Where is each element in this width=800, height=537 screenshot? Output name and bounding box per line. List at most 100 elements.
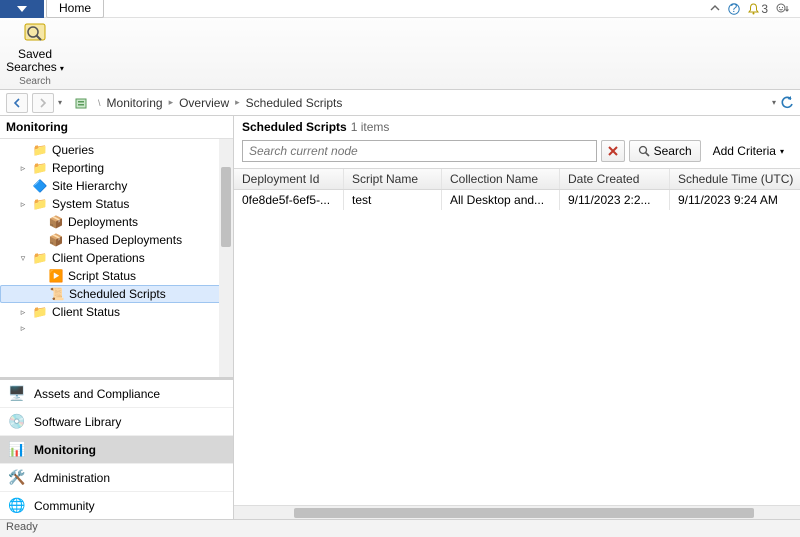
column-header[interactable]: Collection Name [442,169,560,189]
tree-item-site-hierarchy[interactable]: 🔷 Site Hierarchy [0,177,233,195]
chevron-right-icon: \ [98,98,101,108]
tree-item-label: Reporting [52,161,104,175]
results-table-wrap: Deployment IdScript NameCollection NameD… [234,168,800,519]
feedback-icon[interactable] [776,3,790,15]
table-cell: 9/11/2023 2:2... [560,190,670,210]
table-cell: 9/11/2023 9:24 AM [670,190,800,210]
tree-item-icon: 📦 [48,233,64,247]
navigation-tree: 📁Queries▹📁Reporting🔷Site Hierarchy▹📁Syst… [0,139,233,338]
nav-forward-button[interactable] [32,93,54,113]
tree-item-queries[interactable]: 📁Queries [0,141,233,159]
breadcrumb: \ Monitoring ▸ Overview ▸ Scheduled Scri… [92,96,768,110]
add-criteria-label: Add Criteria [713,144,776,158]
wunderbar-label: Assets and Compliance [34,387,160,401]
expand-toggle[interactable]: ▿ [18,253,28,264]
expand-toggle[interactable]: ▹ [18,323,28,334]
content-panel: Scheduled Scripts 1 items Search Add Cri… [234,116,800,519]
status-bar: Ready [0,519,800,537]
tree-item-icon: 📁 [32,251,48,265]
left-panel: Monitoring 📁Queries▹📁Reporting🔷Site Hier… [0,116,234,519]
add-criteria-button[interactable]: Add Criteria ▾ [705,140,792,162]
workspace: Monitoring 📁Queries▹📁Reporting🔷Site Hier… [0,116,800,519]
tree-item-deployments[interactable]: 📦Deployments [0,213,233,231]
notifications-icon[interactable]: 3 [748,2,768,16]
svg-text:?: ? [731,3,738,15]
wunderbar-icon: 📊 [8,441,26,458]
saved-searches-label: Saved Searches ▾ [6,48,64,74]
tree-item-system-status[interactable]: ▹📁System Status [0,195,233,213]
wunderbar-icon: 💿 [8,413,26,430]
help-icon[interactable]: ? [728,3,740,15]
nav-back-button[interactable] [6,93,28,113]
tree-item-item[interactable]: ▹ [0,321,233,336]
wunderbar-label: Software Library [34,415,121,429]
tree-scrollbar[interactable] [219,139,233,377]
collapse-ribbon-icon[interactable] [710,4,720,14]
tree-item-client-status[interactable]: ▹📁Client Status [0,303,233,321]
tree-scroll: 📁Queries▹📁Reporting🔷Site Hierarchy▹📁Syst… [0,139,233,377]
scrollbar-thumb[interactable] [221,167,231,247]
content-header: Scheduled Scripts 1 items [234,116,800,140]
top-right-icons: ? 3 [710,2,800,16]
chevron-right-icon: ▸ [235,97,240,108]
nav-dropdown-caret[interactable]: ▾ [772,98,776,107]
chevron-down-icon: ▾ [780,147,784,156]
tree-item-label: Site Hierarchy [52,179,127,193]
table-row[interactable]: 0fe8de5f-6ef5-...testAll Desktop and...9… [234,190,800,210]
refresh-button[interactable] [780,96,794,110]
ribbon-section-search: Search [19,76,51,87]
notifications-count: 3 [761,2,768,16]
expand-toggle[interactable]: ▹ [18,307,28,318]
tree-item-client-operations[interactable]: ▿ 📁 Client Operations [0,249,233,267]
breadcrumb-scheduled-scripts[interactable]: Scheduled Scripts [246,96,343,110]
wunderbar-monitoring[interactable]: 📊Monitoring [0,435,233,463]
tree-item-icon: 📜 [49,287,65,301]
column-header[interactable]: Script Name [344,169,442,189]
column-header[interactable]: Deployment Id [234,169,344,189]
tree-item-icon: ▶️ [48,269,64,283]
breadcrumb-overview[interactable]: Overview [179,96,229,110]
nav-root-icon[interactable] [74,96,88,110]
wunderbar-icon: 🛠️ [8,469,26,486]
chevron-right-icon: ▸ [169,97,174,108]
scrollbar-thumb[interactable] [294,508,754,518]
system-menu-button[interactable] [0,0,44,18]
tree-item-icon: 📁 [32,161,48,175]
title-bar: Home ? 3 [0,0,800,18]
tree-item-script-status[interactable]: ▶️Script Status [0,267,233,285]
content-title: Scheduled Scripts [242,120,347,134]
expand-toggle[interactable]: ▹ [18,199,28,210]
saved-searches-button[interactable]: Saved Searches ▾ Search [0,18,70,89]
wunderbar: 🖥️ Assets and Compliance 💿 Software Library… [0,377,233,519]
wunderbar-icon: 🖥️ [8,385,26,402]
expand-toggle[interactable]: ▹ [18,163,28,174]
tree-item-label: Queries [52,143,94,157]
breadcrumb-monitoring[interactable]: Monitoring [107,96,163,110]
nav-history-caret[interactable]: ▾ [58,98,62,107]
tree-item-label: Scheduled Scripts [69,287,166,301]
horizontal-scrollbar[interactable] [234,505,800,519]
search-button[interactable]: Search [629,140,701,162]
tree-item-label: Deployments [68,215,138,229]
table-header: Deployment IdScript NameCollection NameD… [234,168,800,190]
left-panel-header: Monitoring [0,116,233,139]
wunderbar-assets-and-compliance[interactable]: 🖥️ Assets and Compliance [0,378,233,407]
tree-item-reporting[interactable]: ▹ 📁 Reporting [0,159,233,177]
tab-home[interactable]: Home [46,0,104,18]
wunderbar-software-library[interactable]: 💿 Software Library [0,407,233,435]
table-cell: 0fe8de5f-6ef5-... [234,190,344,210]
search-input[interactable] [242,140,597,162]
tree-item-phased-deployments[interactable]: 📦 Phased Deployments [0,231,233,249]
clear-search-button[interactable] [601,140,625,162]
saved-searches-icon [22,20,48,46]
column-header[interactable]: Date Created [560,169,670,189]
tree-item-label: Phased Deployments [68,233,182,247]
tree-item-label: Client Operations [52,251,145,265]
wunderbar-administration[interactable]: 🛠️Administration [0,463,233,491]
wunderbar-community[interactable]: 🌐Community [0,491,233,519]
table-cell: test [344,190,442,210]
column-header[interactable]: Schedule Time (UTC) [670,169,800,189]
wunderbar-label: Community [34,499,95,513]
tree-item-icon: 🔷 [32,179,48,193]
tree-item-scheduled-scripts[interactable]: 📜 Scheduled Scripts [0,285,233,303]
